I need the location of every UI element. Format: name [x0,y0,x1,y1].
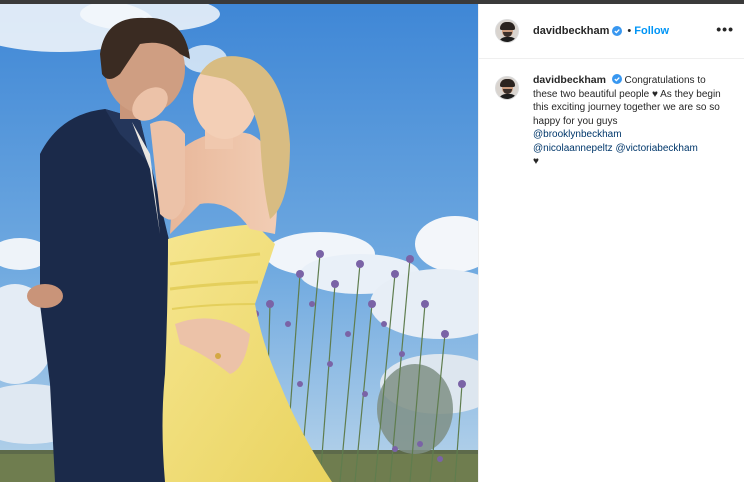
mention-victoriabeckham[interactable]: @victoriabeckham [615,143,697,154]
mention-brooklynbeckham[interactable]: @brooklynbeckham [533,129,622,140]
post-photo[interactable] [0,4,478,482]
post-sidebar: davidbeckham • Follow ••• davidbeckham C… [478,4,744,482]
caption-verified-badge-icon [611,74,622,84]
caption-body: davidbeckham Congratulations to these tw… [533,74,729,169]
heart-emoji: ♥ [533,156,539,167]
caption-author-avatar[interactable] [495,76,519,100]
photo-image [0,4,478,482]
verified-badge-icon [612,26,623,36]
post-header: davidbeckham • Follow ••• [479,4,744,59]
author-username[interactable]: davidbeckham [533,25,609,37]
mention-nicolaannepeltz[interactable]: @nicolaannepeltz [533,143,613,154]
caption-author-username[interactable]: davidbeckham [533,74,606,86]
follow-button[interactable]: Follow [634,25,669,37]
author-avatar[interactable] [495,19,519,43]
separator-dot: • [627,25,632,37]
more-options-icon[interactable]: ••• [716,22,734,36]
post-caption: davidbeckham Congratulations to these tw… [495,74,735,169]
